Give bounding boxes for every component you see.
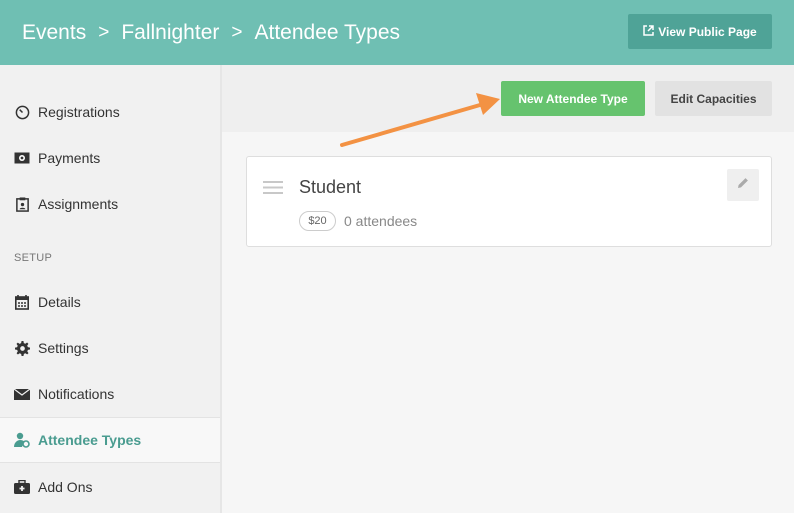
attendee-count: 0 attendees [344,213,418,229]
breadcrumb-current: Attendee Types [254,20,401,44]
gear-icon [14,340,30,356]
sidebar-item-label: Notifications [38,386,115,402]
price-badge: $20 [299,211,336,231]
sidebar-item-attendee-types[interactable]: Attendee Types [0,417,220,463]
medkit-icon [14,479,30,495]
sidebar-item-label: Details [38,294,81,310]
breadcrumb-separator: > [98,21,110,43]
speedometer-icon [14,104,30,120]
assignment-icon [14,196,30,212]
edit-capacities-button[interactable]: Edit Capacities [655,81,772,116]
edit-button[interactable] [727,169,759,201]
sidebar-item-label: Assignments [38,196,119,212]
sidebar-item-notifications[interactable]: Notifications [0,371,220,417]
attendee-type-card: Student $20 0 attendees [246,156,772,247]
sidebar-item-registrations[interactable]: Registrations [0,89,220,135]
header-bar: Events > Fallnighter > Attendee Types Vi… [0,0,794,65]
calendar-icon [14,294,30,310]
external-link-icon [643,24,654,39]
sidebar-item-assignments[interactable]: Assignments [0,181,220,227]
sidebar-item-label: Settings [38,340,89,356]
sidebar-item-details[interactable]: Details [0,279,220,325]
envelope-icon [14,386,30,402]
view-public-page-label: View Public Page [658,24,757,39]
sidebar-item-label: Add Ons [38,479,93,495]
sidebar-item-label: Attendee Types [38,432,142,448]
drag-handle-icon[interactable] [263,181,283,199]
breadcrumb: Events > Fallnighter > Attendee Types [22,0,400,65]
breadcrumb-event[interactable]: Fallnighter [121,21,219,45]
pencil-icon [737,176,749,194]
money-icon [14,150,30,166]
sidebar: Registrations Payments Assignments SETUP… [0,65,222,513]
view-public-page-button[interactable]: View Public Page [628,14,772,49]
sidebar-item-label: Registrations [38,104,120,120]
sidebar-item-label: Payments [38,150,101,166]
sidebar-item-add-ons[interactable]: Add Ons [0,464,220,510]
sidebar-item-settings[interactable]: Settings [0,325,220,371]
new-attendee-type-button[interactable]: New Attendee Type [501,81,645,116]
annotation-arrow [340,93,500,147]
setup-section-label: SETUP [14,252,53,264]
attendee-type-name: Student [299,177,362,197]
attendee-icon [14,432,30,448]
breadcrumb-events[interactable]: Events [22,21,86,45]
breadcrumb-separator: > [231,21,243,43]
sidebar-item-payments[interactable]: Payments [0,135,220,181]
